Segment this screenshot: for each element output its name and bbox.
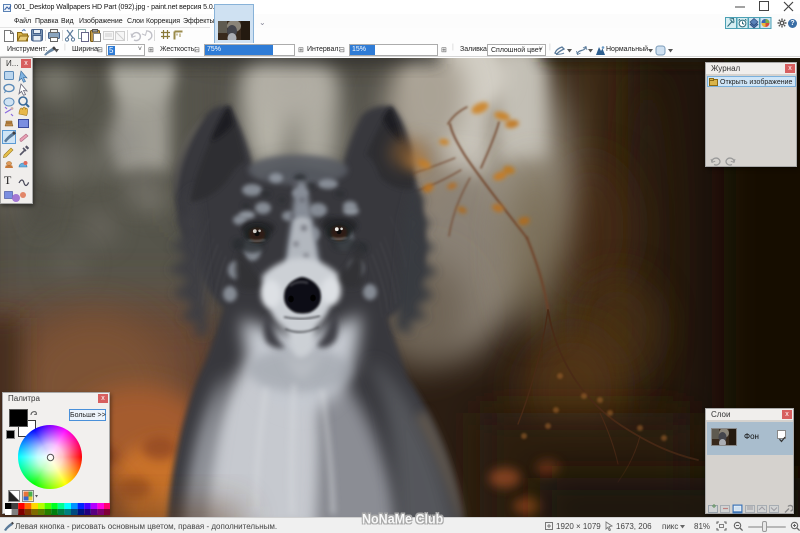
svg-text:T: T — [4, 173, 12, 187]
